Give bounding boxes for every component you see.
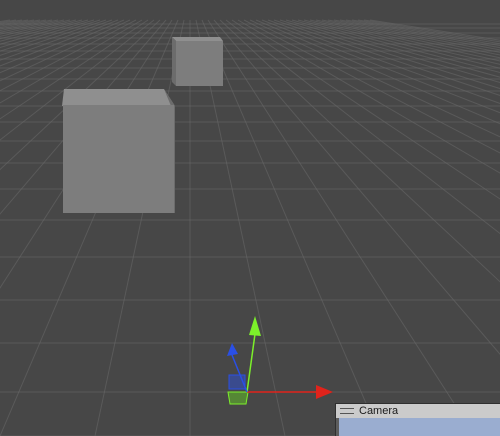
grid-line <box>261 19 500 114</box>
gizmo-z-arrow-icon[interactable] <box>227 343 238 356</box>
grid-line <box>0 19 53 32</box>
cube-far-top <box>172 37 223 41</box>
grid-line <box>255 19 500 125</box>
grid-line <box>0 19 47 30</box>
grid-line <box>249 19 500 138</box>
grid-line <box>0 19 173 289</box>
grid-line <box>0 19 35 27</box>
grid-line <box>0 19 89 45</box>
grid-line <box>273 19 500 96</box>
grid-line <box>0 19 119 67</box>
grid-line <box>201 19 381 436</box>
cube-near-top <box>62 89 175 106</box>
grid-line <box>0 19 161 171</box>
cube-far-side <box>172 37 176 86</box>
grid-line <box>291 19 500 78</box>
gizmo-xy-plane-handle[interactable] <box>227 391 249 405</box>
grid-line <box>94 19 185 436</box>
grid-line <box>0 19 143 104</box>
cube-near-front <box>63 105 174 213</box>
grid-line <box>0 19 155 141</box>
gizmo-x-arrow-icon[interactable] <box>316 385 333 399</box>
grid-line <box>0 19 95 48</box>
grid-line <box>0 19 41 28</box>
scene-view[interactable]: Camera <box>0 0 500 436</box>
grid-line <box>0 19 83 42</box>
grid-line <box>279 19 500 90</box>
grid-line <box>351 19 500 47</box>
grid-line <box>321 19 500 59</box>
cube-near[interactable] <box>62 89 175 213</box>
grid-line <box>0 19 131 82</box>
grid-line <box>219 19 500 283</box>
camera-preview-header[interactable]: Camera <box>336 404 500 418</box>
grid-line <box>0 19 11 23</box>
scene-canvas[interactable] <box>0 0 500 436</box>
grid-line <box>297 19 500 73</box>
grid-line <box>0 19 179 436</box>
grid-line <box>0 19 137 92</box>
grid-line <box>213 19 500 355</box>
cube-far-front <box>176 41 223 86</box>
grid-line <box>285 19 500 84</box>
camera-preview-render <box>336 418 500 436</box>
grid-line <box>207 19 476 436</box>
gizmo-y-arrow-icon[interactable] <box>249 316 261 336</box>
grid-line <box>333 19 500 53</box>
grid-line <box>0 19 59 33</box>
camera-preview-title: Camera <box>359 405 399 417</box>
transform-gizmo[interactable] <box>227 316 333 405</box>
camera-preview-panel[interactable]: Camera <box>335 403 500 436</box>
grid-line <box>0 19 167 215</box>
drag-handle-icon[interactable] <box>340 408 354 414</box>
grid-line <box>0 19 17 24</box>
grid-line <box>315 19 500 62</box>
grid-line <box>0 19 23 25</box>
grid-line <box>0 19 29 26</box>
grid-line <box>0 19 125 74</box>
grid-line <box>309 19 500 65</box>
cube-far[interactable] <box>172 37 223 86</box>
